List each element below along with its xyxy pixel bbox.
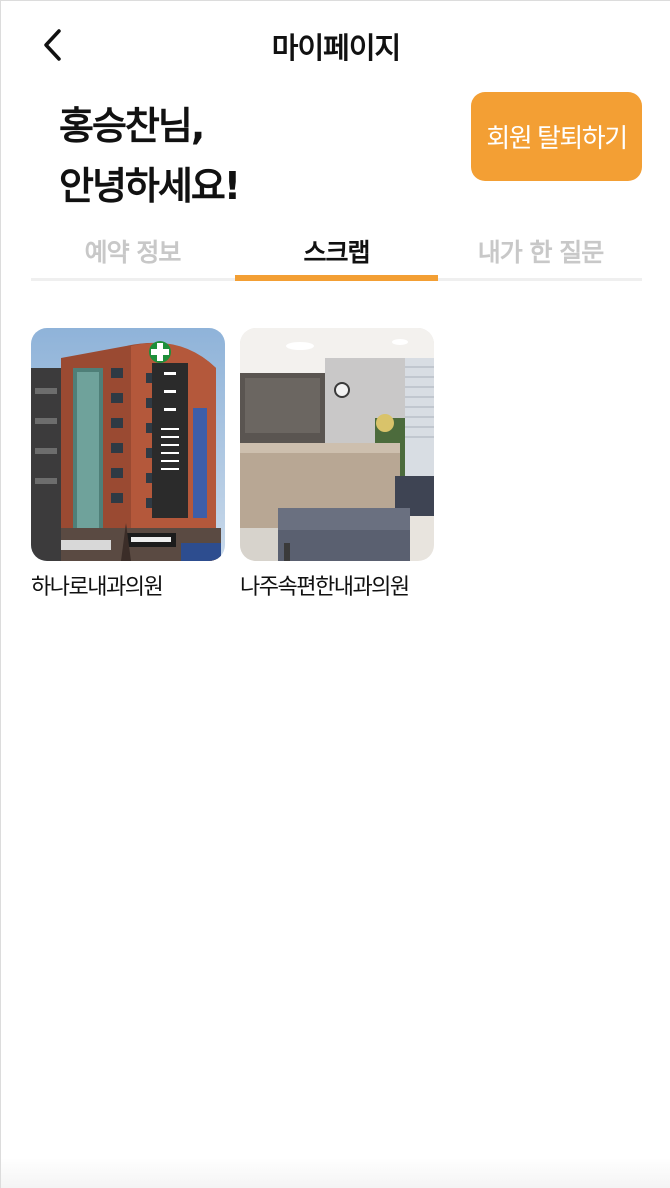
greeting-hello: 안녕하세요! — [59, 164, 241, 208]
greeting-name: 홍승찬님, — [59, 104, 205, 148]
tab-scrap[interactable]: 스크랩 — [235, 221, 438, 281]
bottom-fade — [1, 1158, 670, 1188]
greeting-text: 홍승찬님, 안녕하세요! — [59, 96, 241, 216]
tab-my-questions[interactable]: 내가 한 질문 — [439, 221, 642, 281]
hospital-building-photo — [31, 328, 225, 561]
mypage-screen: 마이페이지 홍승찬님, 안녕하세요! 회원 탈퇴하기 예약 정보 스크랩 내가 … — [0, 0, 670, 1188]
scrap-card[interactable]: 나주속편한내과의원 — [240, 328, 435, 601]
withdraw-button[interactable]: 회원 탈퇴하기 — [471, 92, 642, 181]
active-tab-indicator — [235, 275, 438, 281]
app-header: 마이페이지 — [1, 1, 670, 91]
clinic-lobby-photo — [240, 328, 434, 561]
tab-bar: 예약 정보 스크랩 내가 한 질문 — [31, 221, 642, 283]
scrap-card-title: 하나로내과의원 — [31, 575, 164, 600]
tab-reservation-info[interactable]: 예약 정보 — [31, 221, 234, 281]
page-title: 마이페이지 — [271, 31, 401, 65]
scrap-card-title: 나주속편한내과의원 — [240, 575, 410, 600]
scrap-card[interactable]: 하나로내과의원 — [31, 328, 226, 601]
